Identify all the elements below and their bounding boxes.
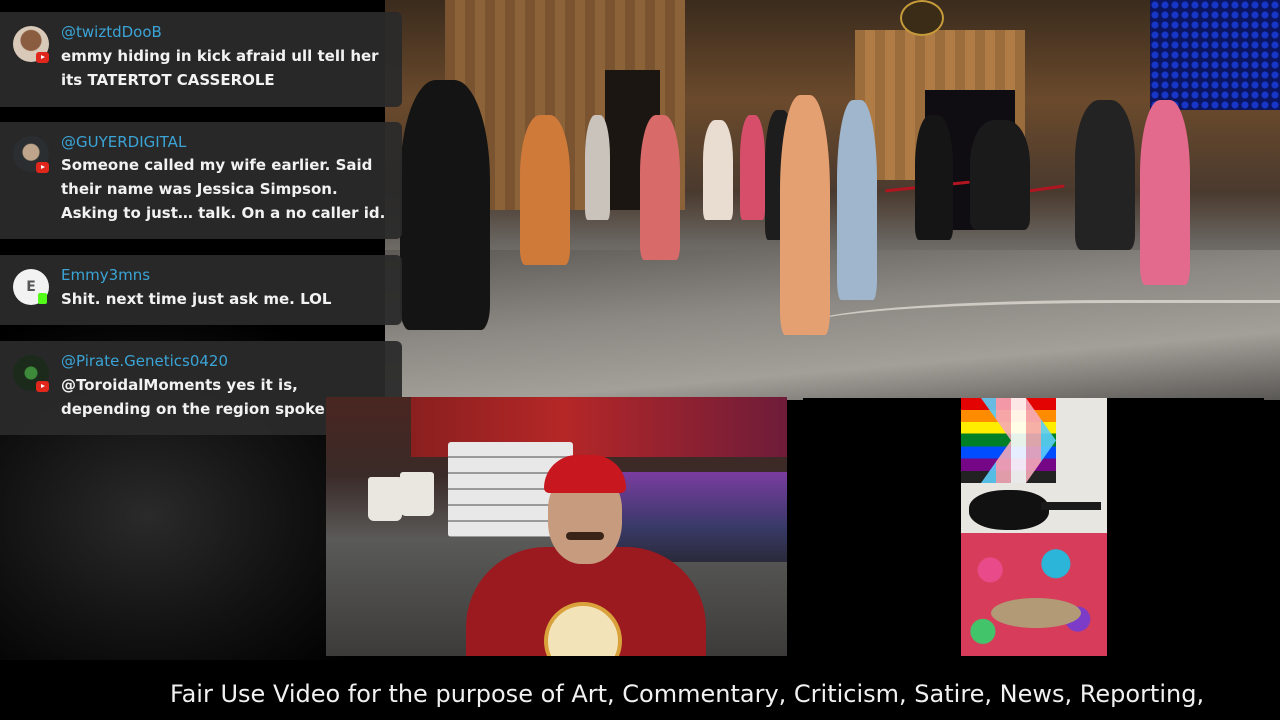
club-sign bbox=[900, 0, 944, 36]
person-silhouette bbox=[970, 120, 1030, 230]
bucket bbox=[400, 472, 434, 516]
person-silhouette bbox=[400, 80, 490, 330]
chat-message: E Emmy3mns Shit. next time just ask me. … bbox=[0, 255, 402, 325]
person-silhouette bbox=[640, 115, 680, 260]
chat-message-text: Shit. next time just ask me. LOL bbox=[61, 290, 332, 308]
person-silhouette bbox=[1140, 100, 1190, 285]
host-hat bbox=[544, 455, 626, 493]
person-silhouette bbox=[585, 115, 610, 220]
person-silhouette bbox=[740, 115, 765, 220]
person-silhouette bbox=[780, 95, 830, 335]
person-silhouette bbox=[703, 120, 733, 220]
kick-icon bbox=[38, 293, 47, 304]
chat-username: @Pirate.Genetics0420 bbox=[61, 352, 228, 370]
person-silhouette bbox=[837, 100, 877, 300]
blue-light-panel bbox=[1150, 0, 1280, 110]
chat-username: @twiztdDooB bbox=[61, 23, 162, 41]
chat-username: Emmy3mns bbox=[61, 266, 151, 284]
youtube-icon bbox=[36, 162, 49, 173]
bucket bbox=[368, 477, 402, 521]
host-webcam bbox=[326, 397, 787, 656]
colorful-couch bbox=[961, 533, 1107, 656]
person-silhouette bbox=[520, 115, 570, 265]
guest-webcam bbox=[961, 398, 1107, 656]
host-mustache bbox=[566, 532, 604, 540]
youtube-icon bbox=[36, 52, 49, 63]
guitar bbox=[969, 490, 1049, 530]
main-video-feed bbox=[385, 0, 1280, 400]
youtube-icon bbox=[36, 381, 49, 392]
chat-message: @GUYERDIGITAL Someone called my wife ear… bbox=[0, 122, 402, 239]
person-silhouette bbox=[915, 115, 953, 240]
fair-use-ticker: Fair Use Video for the purpose of Art, C… bbox=[170, 680, 1205, 708]
pride-flag bbox=[961, 398, 1056, 483]
chat-username: @GUYERDIGITAL bbox=[61, 133, 187, 151]
chat-message: @twiztdDooB emmy hiding in kick afraid u… bbox=[0, 12, 402, 107]
chat-message-text: emmy hiding in kick afraid ull tell her … bbox=[61, 47, 379, 89]
guitar-neck bbox=[1041, 502, 1101, 510]
person-silhouette bbox=[1075, 100, 1135, 250]
pillow bbox=[991, 598, 1081, 628]
chat-message-text: Someone called my wife earlier. Said the… bbox=[61, 156, 386, 222]
